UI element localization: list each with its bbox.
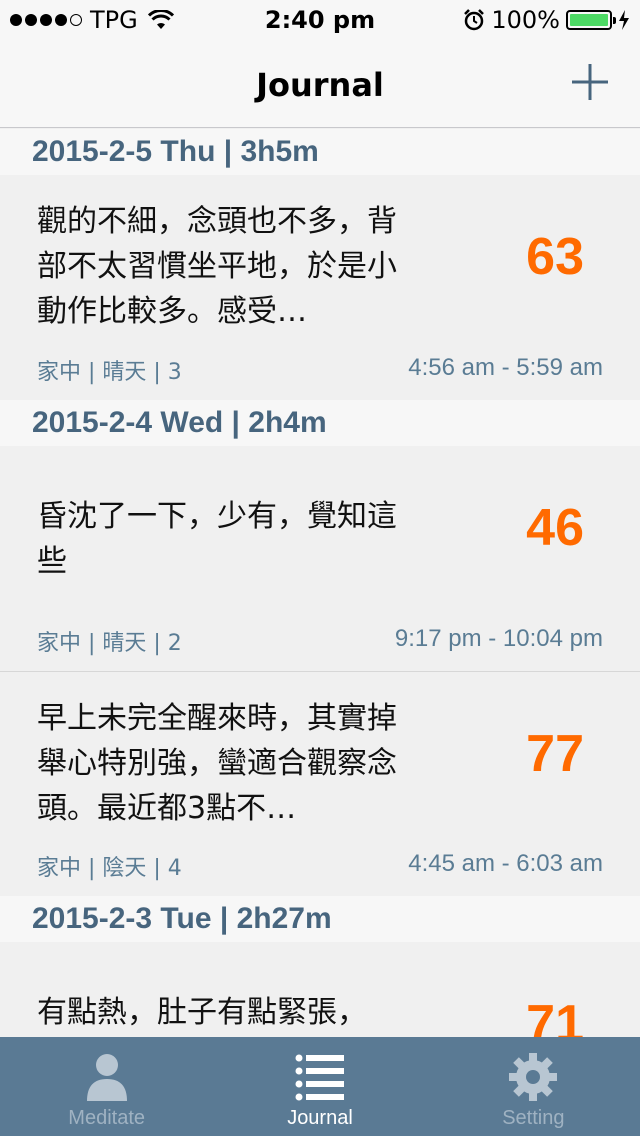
section-date: 2015-2-3 Tue | 2h27m (32, 902, 332, 935)
battery-icon (566, 10, 616, 30)
journal-entry[interactable]: 昏沈了一下，少有，覺知這些 46 家中 | 晴天 | 2 9:17 pm - 1… (0, 446, 640, 671)
entry-score: 71 (526, 995, 584, 1037)
tab-meditate[interactable]: Meditate (0, 1037, 213, 1136)
list-icon (295, 1054, 344, 1101)
entry-meta: 家中 | 晴天 | 2 (37, 631, 182, 656)
section-header: 2015-2-5 Thu | 3h5m (0, 129, 640, 175)
entry-text: 昏沈了一下，少有，覺知這些 (37, 499, 397, 579)
section-header: 2015-2-3 Tue | 2h27m (0, 896, 640, 942)
journal-list[interactable]: 2015-2-5 Thu | 3h5m 觀的不細，念頭也不多，背部不太習慣坐平地… (0, 129, 640, 1037)
entry-score: 46 (526, 499, 584, 557)
section-header: 2015-2-4 Wed | 2h4m (0, 400, 640, 446)
tab-label: Setting (502, 1107, 565, 1129)
entry-text: 觀的不細，念頭也不多，背部不太習慣坐平地，於是小動作比較多。感受… (37, 204, 397, 329)
alarm-icon (464, 9, 485, 31)
status-bar: TPG 2:40 pm 100% (0, 0, 640, 40)
tab-label: Meditate (68, 1107, 146, 1129)
tab-journal[interactable]: Journal (213, 1037, 426, 1136)
charging-icon (619, 10, 629, 30)
tab-bar: Meditate Journal Setting (0, 1037, 640, 1136)
page-title: Journal (256, 66, 384, 104)
journal-entry[interactable]: 早上未完全醒來時，其實掉舉心特別強，蠻適合觀察念頭。最近都3點不… 77 家中 … (0, 671, 640, 896)
person-icon (86, 1054, 127, 1101)
entry-score: 63 (526, 228, 584, 286)
entry-meta: 家中 | 陰天 | 4 (37, 856, 182, 881)
section-date: 2015-2-4 Wed | 2h4m (32, 406, 327, 439)
entry-time: 4:45 am - 6:03 am (408, 850, 603, 877)
entry-meta: 家中 | 晴天 | 3 (37, 360, 182, 385)
entry-text: 有點熱，肚子有點緊張， (37, 995, 367, 1030)
entry-text: 早上未完全醒來時，其實掉舉心特別強，蠻適合觀察念頭。最近都3點不… (37, 701, 397, 826)
add-entry-button[interactable] (568, 60, 612, 104)
battery-info: 100% (463, 6, 630, 34)
battery-percent: 100% (491, 6, 560, 34)
gear-icon (509, 1053, 558, 1101)
tab-label: Journal (287, 1107, 353, 1129)
journal-entry[interactable]: 觀的不細，念頭也不多，背部不太習慣坐平地，於是小動作比較多。感受… 63 家中 … (0, 175, 640, 400)
entry-time: 4:56 am - 5:59 am (408, 354, 603, 381)
navigation-bar: Journal (0, 40, 640, 128)
entry-time: 9:17 pm - 10:04 pm (394, 625, 603, 652)
entry-score: 77 (526, 725, 584, 783)
plus-icon (572, 64, 608, 100)
section-date: 2015-2-5 Thu | 3h5m (32, 135, 319, 168)
journal-entry[interactable]: 有點熱，肚子有點緊張， 71 (0, 942, 640, 1037)
tab-setting[interactable]: Setting (427, 1037, 640, 1136)
